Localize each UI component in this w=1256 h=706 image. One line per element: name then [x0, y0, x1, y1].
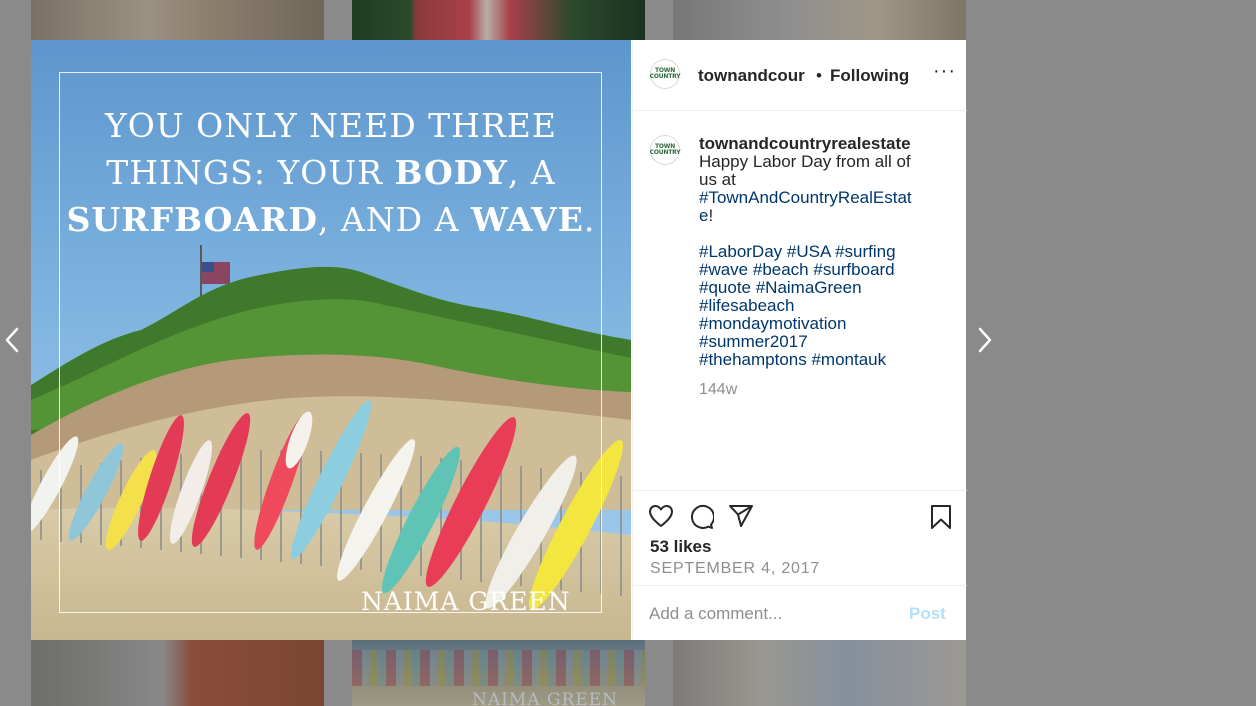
next-post-button[interactable]	[975, 325, 995, 360]
action-bar: 53 likes SEPTEMBER 4, 2017	[633, 490, 967, 586]
quote-emphasis: BODY	[394, 153, 508, 192]
quote-emphasis: SURFBOARD	[66, 200, 318, 239]
hashtag-link[interactable]: #mondaymotivation	[699, 315, 949, 333]
grid-thumbnail	[673, 0, 966, 40]
post-sidebar: TOWN COUNTRY townandcour • Following ··· …	[632, 40, 967, 640]
post-header: TOWN COUNTRY townandcour • Following ···	[633, 40, 967, 111]
image-quote: YOU ONLY NEED THREE THINGS: YOUR BODY, A…	[31, 102, 631, 243]
comment-bar: Post	[633, 585, 967, 641]
hashtag-link[interactable]: #summer2017	[699, 333, 949, 351]
quote-line: YOU ONLY NEED THREE	[105, 106, 557, 145]
post-image[interactable]: YOU ONLY NEED THREE THINGS: YOUR BODY, A…	[31, 40, 631, 640]
quote-emphasis: WAVE	[470, 200, 584, 239]
like-button[interactable]	[648, 504, 674, 533]
post-caption: townandcountryrealestate Happy Labor Day…	[699, 135, 949, 369]
caption-text: us at	[699, 170, 736, 189]
caption-avatar[interactable]: TOWN COUNTRY	[649, 135, 681, 165]
avatar-text: COUNTRY	[649, 149, 681, 156]
grid-thumbnail	[31, 0, 324, 40]
hashtag-link[interactable]: #thehamptons #montauk	[699, 351, 949, 369]
quote-line: , AND A	[317, 200, 471, 239]
caption-username[interactable]: townandcountryrealestate	[699, 135, 949, 153]
chevron-left-icon	[5, 327, 19, 353]
hashtag-link[interactable]: #lifesabeach	[699, 297, 949, 315]
post-date[interactable]: SEPTEMBER 4, 2017	[650, 560, 820, 578]
share-button[interactable]	[728, 504, 754, 533]
caption-text: Happy Labor Day from all of	[699, 152, 911, 171]
save-button[interactable]	[930, 504, 952, 535]
grid-thumbnail	[673, 640, 966, 706]
separator-dot: •	[816, 66, 822, 85]
avatar-text: COUNTRY	[649, 73, 681, 80]
hashtag-link[interactable]: #TownAndCountryRealEstat	[699, 189, 949, 207]
grid-thumbnail	[352, 0, 645, 40]
grid-thumbnail: NAIMA GREEN	[352, 640, 645, 706]
hashtag-link[interactable]: #LaborDay #USA #surfing	[699, 243, 949, 261]
following-button[interactable]: Following	[830, 66, 909, 86]
quote-author: NAIMA GREEN	[361, 587, 571, 616]
bookmark-icon	[931, 505, 951, 529]
chevron-right-icon	[978, 327, 992, 353]
quote-line: , A	[507, 153, 556, 192]
heart-icon	[649, 505, 673, 527]
more-options-icon[interactable]: ···	[933, 60, 956, 83]
comment-input[interactable]	[649, 603, 889, 625]
post-comment-button[interactable]: Post	[909, 604, 946, 624]
share-icon	[729, 505, 753, 527]
quote-line: .	[583, 200, 596, 239]
header-username[interactable]: townandcour	[698, 66, 814, 86]
likes-count[interactable]: 53 likes	[650, 537, 711, 557]
hashtag-link[interactable]: #wave #beach #surfboard	[699, 261, 949, 279]
hashtag-link[interactable]: #quote #NaimaGreen	[699, 279, 949, 297]
avatar[interactable]: TOWN COUNTRY	[649, 59, 681, 89]
thumbnail-caption: NAIMA GREEN	[472, 690, 619, 706]
previous-post-button[interactable]	[2, 325, 22, 360]
post-modal: YOU ONLY NEED THREE THINGS: YOUR BODY, A…	[31, 40, 967, 640]
caption-text: !	[708, 206, 714, 225]
quote-line: THINGS: YOUR	[106, 153, 395, 192]
comment-button[interactable]	[688, 504, 715, 535]
comment-icon	[691, 505, 715, 529]
caption-age[interactable]: 144w	[699, 381, 737, 399]
grid-thumbnail	[31, 640, 324, 706]
